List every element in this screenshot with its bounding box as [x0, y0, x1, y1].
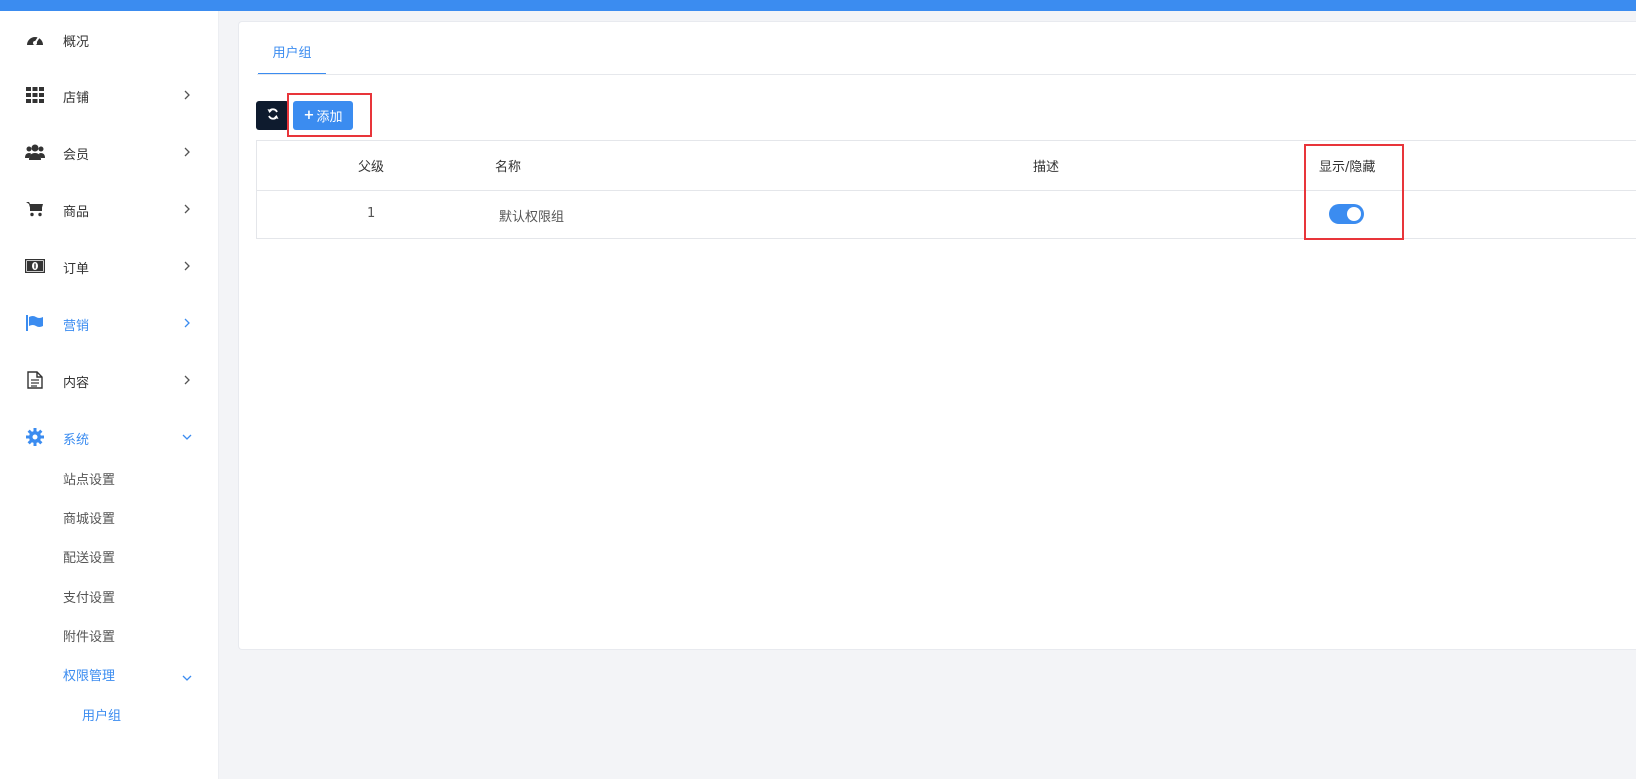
content-panel	[238, 21, 1636, 650]
chevron-right-icon	[181, 372, 193, 388]
sidebar-item-orders[interactable]: 订单	[0, 249, 218, 283]
table-cell-name: 默认权限组	[499, 210, 565, 225]
add-button-label: 添加	[316, 110, 343, 125]
sidebar-item-system[interactable]: 系统	[0, 420, 218, 454]
column-header-name: 名称	[495, 160, 522, 175]
sidebar-item-label: 系统	[63, 433, 90, 448]
cart-icon	[25, 200, 45, 218]
sidebar-subitem-payment-settings[interactable]: 支付设置	[63, 587, 115, 611]
sidebar-subitem-user-groups[interactable]: 用户组	[82, 705, 121, 729]
tab-label: 用户组	[272, 46, 312, 61]
users-icon	[25, 143, 45, 161]
table-cell-parent: 1	[367, 206, 376, 221]
sidebar-subitem-permission-management[interactable]: 权限管理	[63, 665, 115, 689]
chevron-right-icon	[181, 258, 193, 274]
chevron-right-icon	[181, 87, 193, 103]
top-bar	[0, 0, 1636, 11]
visibility-toggle[interactable]	[1329, 204, 1364, 224]
tabs-divider	[257, 74, 1636, 75]
refresh-button[interactable]	[256, 101, 289, 130]
flag-icon	[25, 314, 45, 332]
sidebar-item-label: 会员	[63, 148, 90, 163]
sidebar-item-label: 订单	[63, 262, 90, 277]
column-header-parent: 父级	[358, 160, 385, 175]
sidebar-item-label: 概况	[63, 35, 90, 50]
document-icon	[25, 371, 45, 389]
toggle-knob	[1347, 207, 1361, 221]
dashboard-icon	[25, 30, 45, 48]
user-group-table	[256, 140, 1636, 239]
sidebar-item-content[interactable]: 内容	[0, 363, 218, 397]
sidebar-item-products[interactable]: 商品	[0, 192, 218, 226]
money-icon	[25, 257, 45, 275]
sidebar-item-label: 店铺	[63, 91, 90, 106]
plus-icon: +	[303, 108, 315, 123]
chevron-right-icon	[181, 144, 193, 160]
chevron-down-icon	[181, 670, 193, 686]
column-header-visibility: 显示/隐藏	[1319, 160, 1376, 175]
sidebar-item-overview[interactable]: 概况	[0, 22, 218, 56]
sidebar-item-label: 营销	[63, 319, 90, 334]
sidebar-subitem-attachment-settings[interactable]: 附件设置	[63, 626, 115, 650]
sidebar-item-marketing[interactable]: 营销	[0, 306, 218, 340]
sidebar-item-store[interactable]: 店铺	[0, 78, 218, 112]
column-header-description: 描述	[1033, 160, 1060, 175]
sidebar-subitem-site-settings[interactable]: 站点设置	[63, 469, 115, 493]
tab-user-groups[interactable]: 用户组	[258, 37, 326, 75]
sidebar-subitem-delivery-settings[interactable]: 配送设置	[63, 547, 115, 571]
sidebar-subitem-mall-settings[interactable]: 商城设置	[63, 508, 115, 532]
chevron-down-icon	[181, 429, 193, 445]
add-button[interactable]: + 添加	[293, 101, 353, 130]
chevron-right-icon	[181, 315, 193, 331]
sidebar-item-members[interactable]: 会员	[0, 135, 218, 169]
refresh-icon	[267, 107, 279, 124]
table-header-row	[257, 141, 1636, 191]
grid-icon	[25, 86, 45, 104]
sidebar-item-label: 商品	[63, 205, 90, 220]
sidebar-item-label: 内容	[63, 376, 90, 391]
chevron-right-icon	[181, 201, 193, 217]
gear-icon	[25, 428, 45, 446]
